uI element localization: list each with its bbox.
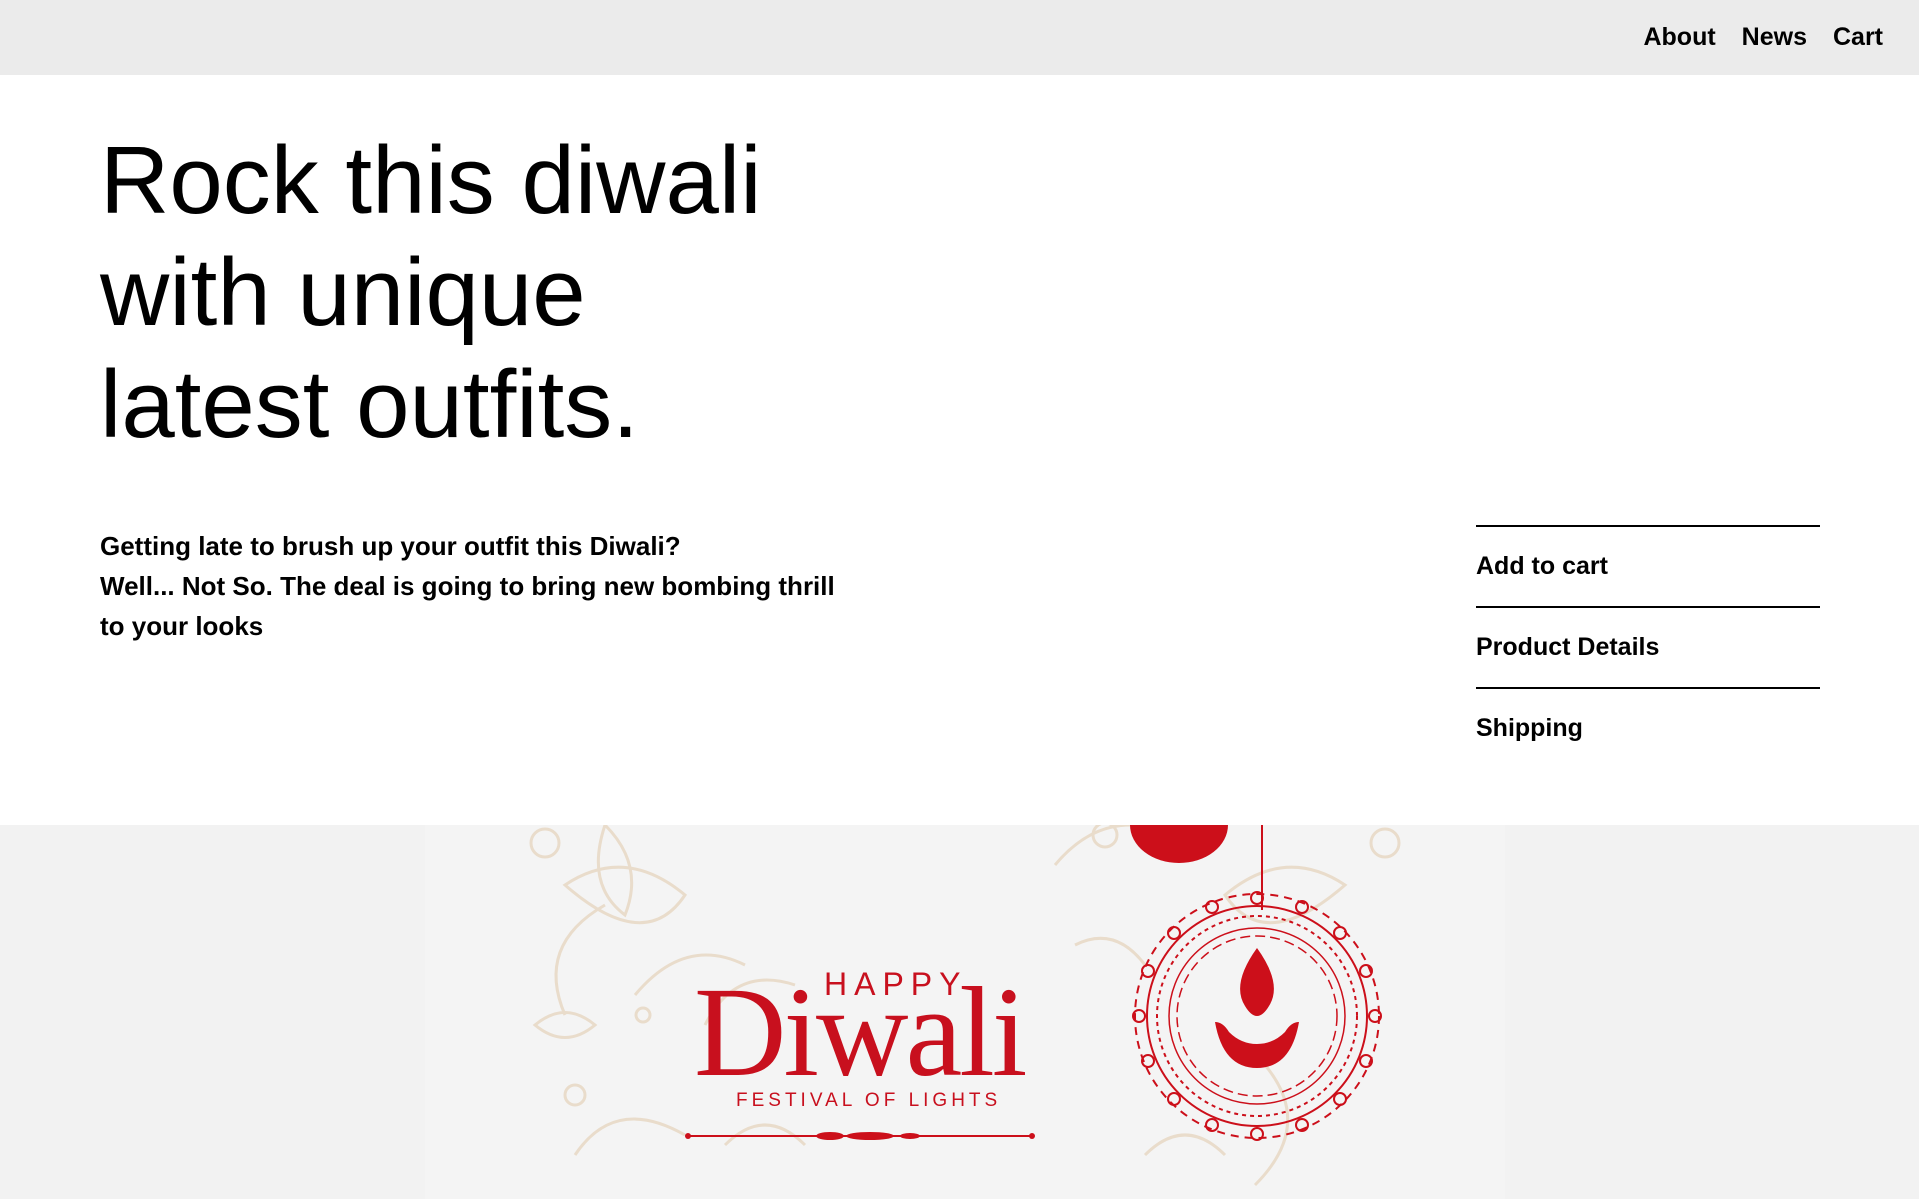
headline-line-1: Rock this diwali <box>100 127 762 234</box>
top-bar: About News Cart <box>0 0 1919 75</box>
banner-diwali-text: Diwali <box>694 961 1027 1103</box>
nav-about-link[interactable]: About <box>1643 22 1715 52</box>
hanging-ornament-icon <box>1130 825 1228 863</box>
hero-headline: Rock this diwali with unique latest outf… <box>100 125 860 461</box>
diya-mandala-icon <box>1132 891 1382 1141</box>
banner-festival-text: FESTIVAL OF LIGHTS <box>736 1090 1002 1111</box>
nav-news-link[interactable]: News <box>1742 22 1807 52</box>
accordion-product-details[interactable]: Product Details <box>1476 606 1820 687</box>
accordion-add-to-cart[interactable]: Add to cart <box>1476 525 1820 606</box>
main-nav: About News Cart <box>1643 22 1883 52</box>
accordion-shipping[interactable]: Shipping <box>1476 687 1820 768</box>
headline-line-2: with unique <box>100 239 586 346</box>
hero-intro: Getting late to brush up your outfit thi… <box>100 526 840 646</box>
paisley-ornament-right <box>1053 825 1401 1187</box>
nav-cart-link[interactable]: Cart <box>1833 22 1883 52</box>
intro-line-1: Getting late to brush up your outfit thi… <box>100 531 681 561</box>
product-accordion: Add to cart Product Details Shipping <box>1476 525 1820 768</box>
intro-line-2: Well... Not So. The deal is going to bri… <box>100 571 835 641</box>
headline-line-3: latest outfits. <box>100 351 639 458</box>
